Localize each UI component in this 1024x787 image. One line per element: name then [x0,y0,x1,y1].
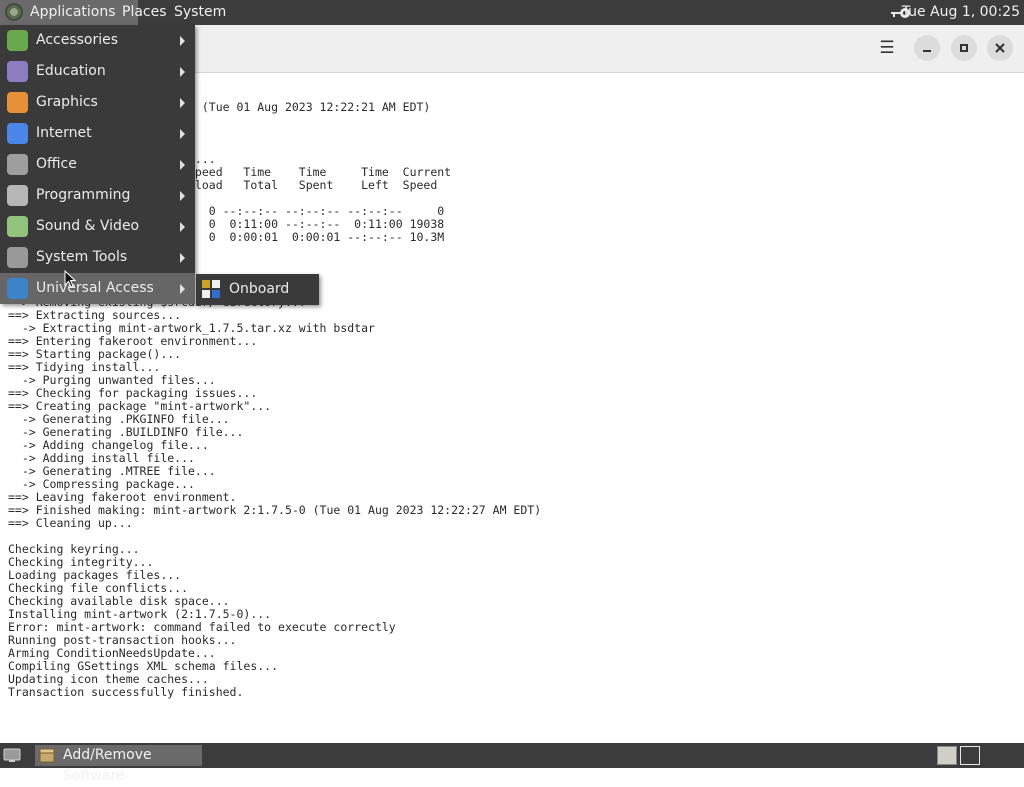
close-button[interactable] [987,35,1013,61]
system-tools-icon [7,247,28,268]
education-icon [7,61,28,82]
menu-item-education[interactable]: Education [0,56,195,87]
internet-icon [7,123,28,144]
submenu-arrow-icon [180,67,185,77]
submenu-arrow-icon [180,253,185,263]
menu-item-office[interactable]: Office [0,149,195,180]
taskbar-window-label: Add/Remove Software [63,747,152,784]
taskbar-window-button[interactable]: Add/Remove Software [35,745,202,784]
menu-item-label: Universal Access [36,280,154,296]
submenu-arrow-icon [180,284,185,294]
minimize-icon [923,50,931,52]
submenu-arrow-icon [180,129,185,139]
applications-menu-label: Applications [30,4,116,20]
system-menu-button[interactable]: System [168,0,232,25]
mouse-pointer-icon [64,270,76,288]
workspace-1-button[interactable] [937,746,957,765]
hamburger-menu-icon[interactable]: ☰ [874,35,900,61]
submenu-arrow-icon [180,160,185,170]
menu-item-label: Internet [36,125,92,141]
submenu-arrow-icon [180,222,185,232]
submenu-arrow-icon [180,36,185,46]
accessories-icon [7,30,28,51]
universal-access-submenu[interactable]: Onboard [196,274,319,305]
sound-video-icon [7,216,28,237]
menu-item-label: Programming [36,187,131,203]
menu-item-label: Accessories [36,32,119,48]
menu-item-accessories[interactable]: Accessories [0,25,195,56]
menu-item-internet[interactable]: Internet [0,118,195,149]
package-manager-icon [39,748,55,763]
universal-access-icon [7,278,28,299]
menu-item-graphics[interactable]: Graphics [0,87,195,118]
submenu-item-onboard[interactable]: Onboard [229,274,289,305]
onboard-keyboard-icon [202,280,220,298]
menu-item-label: Education [36,63,106,79]
workspace-2-button[interactable] [960,746,980,765]
menu-item-label: Graphics [36,94,98,110]
menu-item-label: Office [36,156,77,172]
graphics-icon [7,92,28,113]
submenu-arrow-icon [180,191,185,201]
programming-icon [7,185,28,206]
maximize-button[interactable] [951,35,977,61]
distro-logo-icon [5,3,23,21]
places-menu-button[interactable]: Places [116,0,173,25]
bottom-panel: Add/Remove Software [0,743,1024,784]
applications-menu: Accessories Education Graphics Internet Offi… [0,25,195,304]
menu-item-sound-video[interactable]: Sound & Video [0,211,195,242]
minimize-button[interactable] [914,35,940,61]
menu-item-universal-access[interactable]: Universal Access [0,273,195,304]
top-panel: Applications Places System Tue Aug 1, 00… [0,0,1024,25]
menu-item-programming[interactable]: Programming [0,180,195,211]
maximize-icon [960,44,968,52]
office-icon [7,154,28,175]
menu-item-label: System Tools [36,249,128,265]
submenu-arrow-icon [180,98,185,108]
clock[interactable]: Tue Aug 1, 00:25 [902,0,1020,25]
menu-item-system-tools[interactable]: System Tools [0,242,195,273]
show-desktop-icon[interactable] [3,747,21,763]
close-icon [995,43,1005,53]
menu-item-label: Sound & Video [36,218,140,234]
